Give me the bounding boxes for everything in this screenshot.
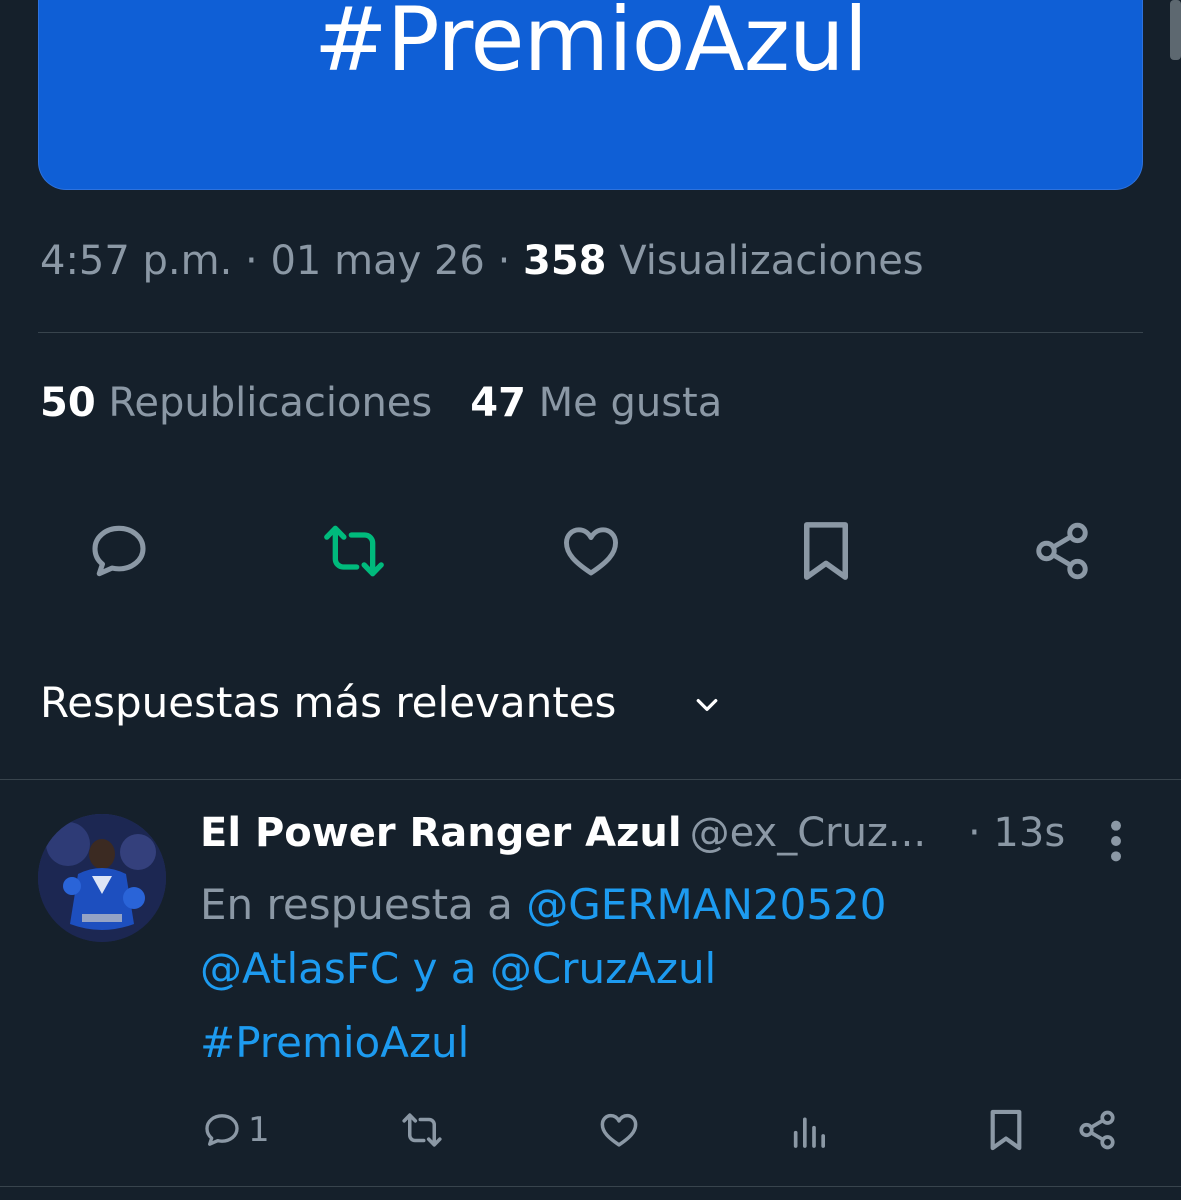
mention-link[interactable]: @CruzAzul (490, 944, 716, 993)
heart-icon (600, 1113, 638, 1147)
reply-context-prefix: En respuesta a (200, 880, 513, 929)
reply-time[interactable]: · 13s (968, 810, 1065, 856)
replies-sort-title[interactable]: Respuestas más relevantes (40, 678, 616, 727)
divider (38, 332, 1143, 333)
scrollbar[interactable] (1170, 0, 1181, 60)
reply-body: #PremioAzul (200, 1018, 469, 1067)
tweet-stats: 50 Republicaciones 47 Me gusta (40, 380, 722, 426)
reply-handle[interactable]: @ex_Cruz... (690, 810, 926, 856)
reposts-label: Republicaciones (108, 380, 433, 426)
mention-link[interactable]: @AtlasFC (200, 944, 399, 993)
bookmark-button[interactable] (796, 518, 856, 584)
reply-analytics-button[interactable] (788, 1110, 830, 1152)
share-icon (1079, 1110, 1115, 1150)
tweet-media-image[interactable]: #PremioAzul (38, 0, 1143, 190)
tweet-meta: 4:57 p.m. · 01 may 26 · 358 Visualizacio… (40, 238, 924, 284)
repost-icon (324, 525, 384, 577)
divider (0, 1186, 1181, 1187)
likes-count: 47 (470, 380, 526, 426)
reposts-stat[interactable]: 50 Republicaciones (40, 380, 432, 426)
mention-link[interactable]: @GERMAN20520 (526, 880, 886, 929)
reply-context-joiner: y a (412, 944, 477, 993)
reply-like-button[interactable] (596, 1108, 642, 1152)
bookmark-icon (804, 522, 848, 580)
hashtag-link[interactable]: #PremioAzul (200, 1018, 469, 1067)
repost-button[interactable] (318, 518, 390, 584)
reposts-count: 50 (40, 380, 96, 426)
comment-icon (92, 525, 146, 577)
media-hashtag-text: #PremioAzul (313, 0, 868, 91)
avatar[interactable] (38, 814, 166, 942)
avatar-image (38, 814, 166, 942)
divider (0, 779, 1181, 780)
reply-context: En respuesta a @GERMAN20520 (200, 880, 887, 929)
likes-stat[interactable]: 47 Me gusta (470, 380, 722, 426)
analytics-icon (793, 1117, 825, 1148)
separator-dot: · (245, 238, 271, 284)
reply-button[interactable] (86, 518, 152, 584)
more-options-icon[interactable] (1104, 818, 1128, 864)
reply-display-name[interactable]: El Power Ranger Azul (200, 810, 682, 856)
reply-share-button[interactable] (1074, 1108, 1120, 1152)
reply-count: 1 (248, 1110, 270, 1150)
chevron-down-icon[interactable] (690, 690, 724, 720)
reply-context-cont: @AtlasFC y a @CruzAzul (200, 944, 716, 993)
repost-icon (402, 1113, 442, 1147)
like-button[interactable] (558, 518, 624, 584)
tweet-time: 4:57 p.m. (40, 238, 233, 284)
share-icon (1036, 522, 1088, 580)
likes-label: Me gusta (538, 380, 723, 426)
heart-icon (564, 527, 618, 576)
reply-reply-button[interactable] (200, 1108, 244, 1152)
reply-bookmark-button[interactable] (986, 1106, 1026, 1154)
views-label: Visualizaciones (619, 238, 924, 284)
tweet-date[interactable]: 01 may 26 (270, 238, 484, 284)
reply-repost-button[interactable] (396, 1108, 448, 1152)
comment-icon (205, 1114, 239, 1146)
bookmark-icon (990, 1109, 1022, 1151)
share-button[interactable] (1030, 518, 1094, 584)
separator-dot: · (497, 238, 524, 284)
reply-author[interactable]: El Power Ranger Azul @ex_Cruz... (200, 810, 1080, 856)
views-count: 358 (523, 238, 607, 284)
